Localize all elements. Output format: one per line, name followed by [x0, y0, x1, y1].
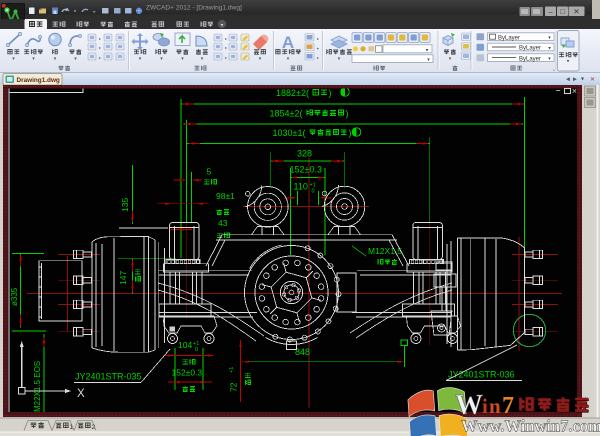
svg-text:43: 43	[218, 218, 228, 228]
svg-text:JY2401STR-035: JY2401STR-035	[75, 372, 142, 382]
svg-text:X: X	[77, 388, 85, 400]
svg-text:✕: ✕	[573, 7, 579, 16]
svg-text:▾: ▾	[581, 77, 584, 83]
svg-text:–: –	[556, 86, 561, 95]
svg-text:M22X1.5 EOS: M22X1.5 EOS	[33, 361, 42, 412]
svg-text:1: 1	[70, 424, 74, 431]
svg-text:110: 110	[294, 182, 308, 192]
svg-text:147: 147	[118, 271, 128, 285]
svg-text:◀: ◀	[566, 77, 570, 83]
svg-text:n: n	[489, 394, 501, 418]
svg-text:2: 2	[92, 424, 96, 431]
svg-text:7: 7	[502, 393, 514, 419]
svg-text:98±1: 98±1	[216, 191, 235, 201]
svg-text:▸: ▸	[317, 46, 319, 51]
svg-text:ø335: ø335	[10, 287, 19, 306]
svg-text:135: 135	[120, 198, 130, 212]
svg-text:▸: ▸	[317, 36, 319, 41]
svg-text:ByLayer: ByLayer	[519, 46, 541, 52]
svg-text:328: 328	[297, 149, 312, 159]
svg-text:848: 848	[295, 347, 310, 357]
svg-text:▸: ▸	[225, 55, 227, 60]
svg-text:): )	[346, 109, 349, 119]
svg-text:0: 0	[312, 189, 315, 195]
svg-text:0: 0	[195, 347, 198, 353]
svg-text:1030±1(: 1030±1(	[273, 128, 306, 138]
svg-text:▸: ▸	[317, 55, 319, 60]
svg-text:ZWCAD+ 2012 - [Drawing1.dwg]: ZWCAD+ 2012 - [Drawing1.dwg]	[146, 5, 242, 12]
svg-text:▸: ▸	[99, 45, 101, 50]
svg-text:): )	[329, 88, 332, 98]
svg-text:i: i	[482, 394, 488, 418]
svg-text:): )	[349, 128, 352, 138]
svg-text:Www.Winwin7.com: Www.Winwin7.com	[461, 417, 600, 436]
svg-text:152±0.3: 152±0.3	[290, 165, 322, 175]
svg-text:152±0.3: 152±0.3	[172, 368, 203, 378]
svg-text:▸: ▸	[225, 45, 227, 50]
svg-text:✕: ✕	[590, 77, 595, 83]
svg-text:▶: ▶	[573, 77, 577, 83]
svg-text:1854±2(: 1854±2(	[270, 109, 303, 119]
svg-text:▸: ▸	[99, 36, 101, 41]
svg-text:5: 5	[207, 167, 212, 177]
svg-text:104: 104	[178, 340, 192, 350]
svg-text:▸: ▸	[99, 55, 101, 60]
svg-text:▸: ▸	[225, 36, 227, 41]
svg-text:ByLayer: ByLayer	[498, 35, 520, 41]
svg-text:72: 72	[229, 382, 239, 392]
svg-text:✕: ✕	[572, 89, 578, 96]
svg-text:□: □	[560, 7, 565, 16]
svg-text:ByLayer: ByLayer	[519, 56, 541, 62]
svg-text:Drawing1.dwg: Drawing1.dwg	[17, 77, 60, 84]
svg-text:1882±2(: 1882±2(	[276, 88, 309, 98]
svg-text:+1: +1	[229, 367, 235, 373]
